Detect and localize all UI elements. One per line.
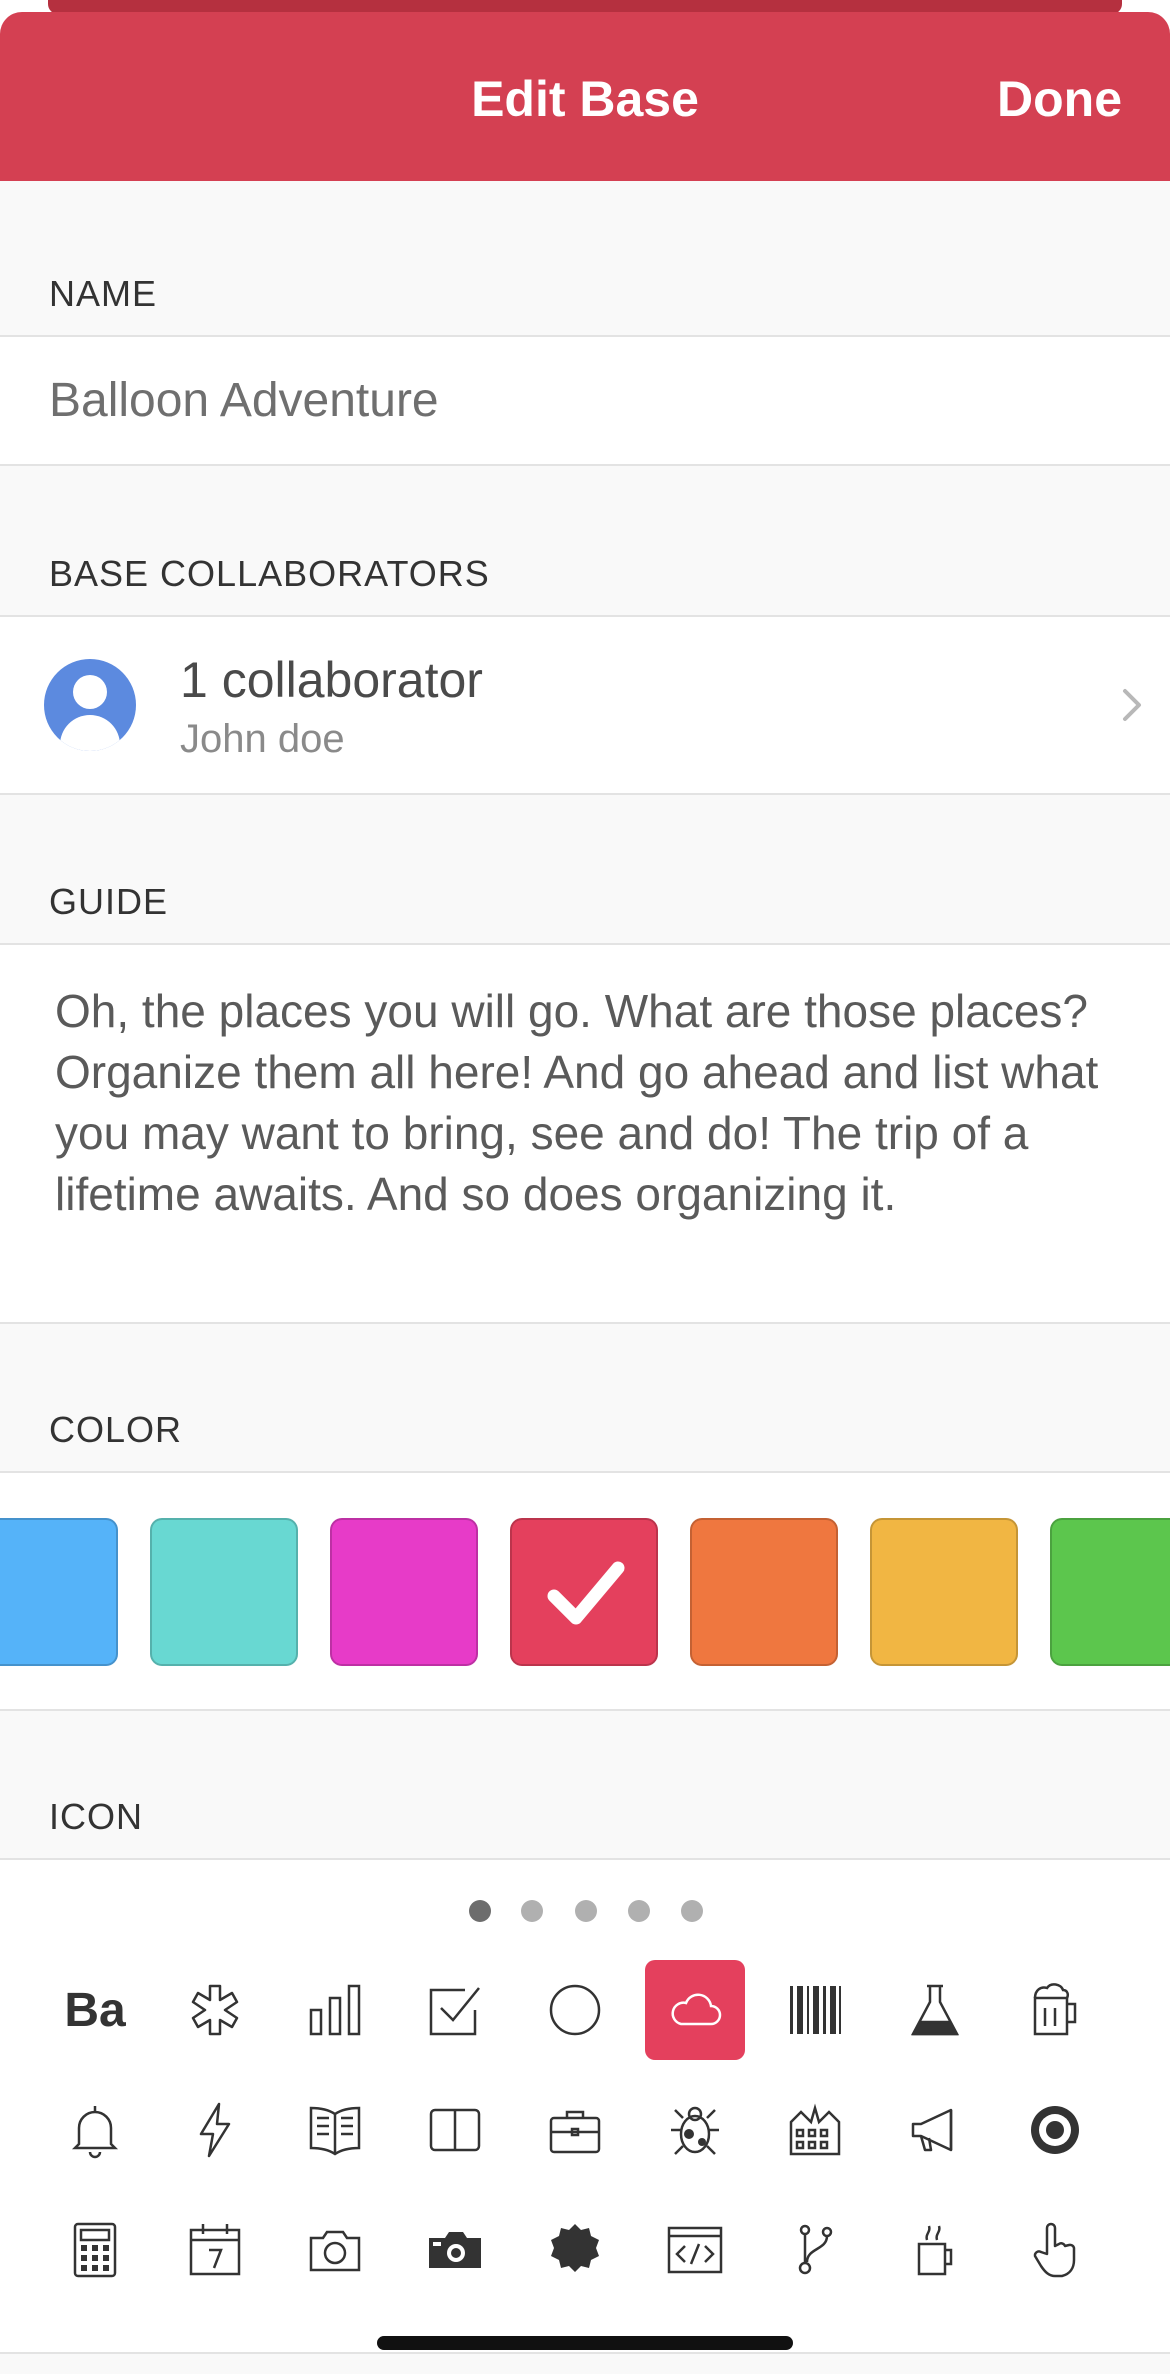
icon-picker: Ba xyxy=(0,1858,1170,2354)
page-dot-5[interactable] xyxy=(681,1900,703,1922)
flask-icon[interactable] xyxy=(885,1960,985,2060)
closed-book-icon[interactable] xyxy=(405,2080,505,2180)
beer-mug-icon[interactable] xyxy=(1005,1960,1105,2060)
barcode-icon[interactable] xyxy=(765,1960,865,2060)
briefcase-icon[interactable] xyxy=(525,2080,625,2180)
calendar-icon[interactable] xyxy=(165,2200,265,2300)
guide-section-label: GUIDE xyxy=(49,881,169,922)
color-swatch-orange[interactable] xyxy=(690,1518,838,1666)
color-swatch-teal[interactable] xyxy=(150,1518,298,1666)
badge-icon[interactable] xyxy=(525,2200,625,2300)
icon-section-label: ICON xyxy=(49,1796,143,1837)
target-icon[interactable] xyxy=(1005,2080,1105,2180)
guide-field-row[interactable]: Oh, the places you will go. What are tho… xyxy=(0,943,1170,1324)
page-dot-1[interactable] xyxy=(469,1900,491,1922)
page-dot-2[interactable] xyxy=(521,1900,543,1922)
guide-textarea[interactable]: Oh, the places you will go. What are tho… xyxy=(55,981,1135,1225)
lightning-icon[interactable] xyxy=(165,2080,265,2180)
circle-icon[interactable] xyxy=(525,1960,625,2060)
collaborator-names: John doe xyxy=(180,717,345,761)
collaborators-section-label: BASE COLLABORATORS xyxy=(49,553,490,594)
camera-icon[interactable] xyxy=(285,2200,385,2300)
chevron-right-icon xyxy=(1123,689,1141,721)
page-title: Edit Base xyxy=(471,71,699,127)
color-picker xyxy=(0,1471,1170,1711)
cloud-icon[interactable] xyxy=(645,1960,745,2060)
color-swatch-yellow[interactable] xyxy=(870,1518,1018,1666)
checkmark-icon xyxy=(547,1561,625,1625)
color-swatch-green[interactable] xyxy=(1050,1518,1170,1666)
color-swatch-red[interactable] xyxy=(510,1518,658,1666)
home-indicator xyxy=(377,2336,793,2350)
megaphone-icon[interactable] xyxy=(885,2080,985,2180)
code-window-icon[interactable] xyxy=(645,2200,745,2300)
coffee-cup-icon[interactable] xyxy=(885,2200,985,2300)
open-book-icon[interactable] xyxy=(285,2080,385,2180)
name-section-label: NAME xyxy=(49,273,158,314)
film-camera-icon[interactable] xyxy=(405,2200,505,2300)
edit-form: NAME Balloon Adventure BASE COLLABORATOR… xyxy=(0,181,1170,2374)
page-dot-4[interactable] xyxy=(628,1900,650,1922)
git-branch-icon[interactable] xyxy=(765,2200,865,2300)
collaborators-row[interactable]: 1 collaborator John doe xyxy=(0,615,1170,795)
done-button[interactable]: Done xyxy=(997,70,1122,128)
page-indicator[interactable] xyxy=(0,1900,1170,1924)
building-icon[interactable] xyxy=(765,2080,865,2180)
color-swatch-pink[interactable] xyxy=(330,1518,478,1666)
color-swatch-blue[interactable] xyxy=(0,1518,118,1666)
collaborator-count: 1 collaborator xyxy=(180,652,483,708)
calculator-icon[interactable] xyxy=(45,2200,145,2300)
name-input[interactable]: Balloon Adventure xyxy=(49,373,439,428)
avatar xyxy=(44,659,136,751)
asterisk-icon[interactable] xyxy=(165,1960,265,2060)
text-ba-icon[interactable]: Ba xyxy=(45,1960,145,2060)
name-field-row[interactable]: Balloon Adventure xyxy=(0,335,1170,466)
nav-bar: Edit Base Done xyxy=(0,12,1170,181)
color-section-label: COLOR xyxy=(49,1409,183,1450)
hand-pointer-icon[interactable] xyxy=(1005,2200,1105,2300)
checkbox-icon[interactable] xyxy=(405,1960,505,2060)
bell-icon[interactable] xyxy=(45,2080,145,2180)
page-dot-3[interactable] xyxy=(575,1900,597,1922)
bug-icon[interactable] xyxy=(645,2080,745,2180)
bar-chart-icon[interactable] xyxy=(285,1960,385,2060)
